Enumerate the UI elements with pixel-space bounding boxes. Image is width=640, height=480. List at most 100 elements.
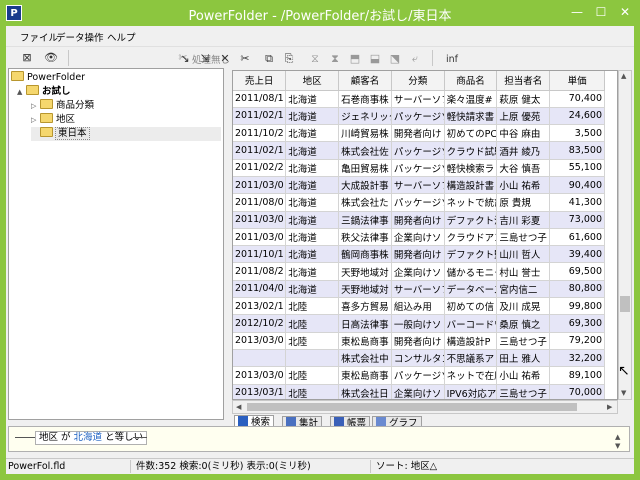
table-cell[interactable]: 2011/02/1 — [233, 141, 287, 160]
table-row[interactable]: 2011/02/1北海道株式会社佐パッケージソクラウド試験酒井 綾乃83,500 — [233, 141, 605, 160]
table-cell[interactable]: 初めての信 — [444, 297, 498, 316]
minimize-button[interactable]: — — [568, 3, 586, 21]
select-all-icon[interactable]: ✕ — [216, 50, 234, 68]
table-cell[interactable]: 東松島商事 — [338, 366, 392, 385]
table-cell[interactable]: 2011/02/1 — [233, 107, 287, 126]
table-cell[interactable]: ネットで在庫 — [444, 366, 498, 385]
maximize-button[interactable]: ☐ — [592, 3, 610, 21]
table-cell[interactable]: 北海道 — [285, 211, 340, 229]
tree-item-powerfolder[interactable]: PowerFolder — [11, 71, 85, 85]
table-cell[interactable]: 2011/03/0 — [233, 228, 287, 247]
table-cell[interactable]: コンサルタン — [391, 349, 445, 368]
cut-column-icon[interactable]: ✂ — [236, 50, 254, 68]
table-cell[interactable]: 株式会社中 — [338, 349, 392, 368]
table-cell[interactable]: 北陸 — [285, 314, 340, 333]
menu-help[interactable]: ヘルプ — [107, 30, 136, 44]
table-cell[interactable]: サーバーソフ — [391, 280, 445, 299]
table-cell[interactable]: 32,200 — [549, 349, 605, 368]
table-cell[interactable]: 2011/10/2 — [233, 124, 287, 143]
table-cell[interactable]: 開発者向け — [391, 211, 445, 229]
table-cell[interactable]: 楽々温度# — [444, 90, 498, 108]
table-row[interactable]: 2011/10/1北海道鶴岡商事株開発者向けデファクト監山川 哲人39,400 — [233, 245, 605, 264]
sort-desc-icon[interactable]: ⇲ — [196, 50, 214, 68]
collapse-triangle-icon[interactable]: ▲ — [17, 85, 26, 99]
table-cell[interactable]: 北海道 — [285, 141, 340, 160]
table-cell[interactable]: パッケージソ — [391, 366, 445, 385]
table-cell[interactable]: 山川 哲人 — [496, 245, 551, 264]
table-cell[interactable]: 組込み用 — [391, 297, 445, 316]
scroll-down-arrow-icon[interactable]: ▼ — [615, 442, 620, 450]
table-cell[interactable]: クラウドアン — [444, 228, 498, 247]
horizontal-scrollbar[interactable]: ◀ ▶ — [232, 400, 618, 414]
table-cell[interactable]: 2011/08/0 — [233, 193, 287, 212]
table-row[interactable]: 2013/03/0北陸東松島商事パッケージソネットで在庫小山 祐希89,100 — [233, 366, 605, 385]
table-cell[interactable]: 吉川 彩夏 — [496, 211, 551, 229]
table-cell[interactable]: 宮内信二 — [496, 280, 551, 299]
scroll-up-arrow-icon[interactable]: ▲ — [621, 72, 626, 80]
table-cell[interactable]: 小山 祐希 — [496, 366, 551, 385]
table-cell[interactable]: 2011/03/0 — [233, 211, 287, 229]
table-cell[interactable]: サーバーソフ — [391, 90, 445, 108]
column-header[interactable]: 地区 — [285, 71, 340, 91]
table-cell[interactable]: 83,500 — [549, 141, 605, 160]
table-cell[interactable]: 天野地域対 — [338, 262, 392, 281]
table-row[interactable]: 2011/02/2北海道亀田貿易株パッケージソ軽快検索ラ大谷 慎吾55,100 — [233, 159, 605, 177]
table-cell[interactable]: 三島せつ子 — [496, 384, 551, 399]
table-cell[interactable]: 株式会社日 — [338, 384, 392, 399]
table-cell[interactable]: 開発者向け — [391, 245, 445, 264]
table-cell[interactable]: 2011/04/0 — [233, 280, 287, 299]
table-row[interactable]: 2011/08/0北海道株式会社たパッケージソネットで統計原 貴規41,300 — [233, 193, 605, 212]
table-cell[interactable]: 北陸 — [285, 297, 340, 316]
menu-data-ops[interactable]: データ操作 — [56, 30, 104, 44]
tree-item-higashi-nihon[interactable]: 東日本 — [31, 127, 221, 141]
table-cell[interactable]: クラウド試験 — [444, 141, 498, 160]
table-cell[interactable]: 萩原 健太 — [496, 90, 551, 108]
table-row[interactable]: 2011/02/1北海道ジェネリックパッケージソ軽快請求書上原 優苑24,600 — [233, 107, 605, 126]
table-cell[interactable]: 2013/03/0 — [233, 332, 287, 350]
info-label[interactable]: inf — [446, 54, 458, 65]
table-cell[interactable]: 三島せつ子 — [496, 332, 551, 350]
table-cell[interactable]: 川崎貿易株 — [338, 124, 392, 143]
table-row[interactable]: 2011/08/1北海道石巻商事株サーバーソフ楽々温度#萩原 健太70,400 — [233, 90, 605, 108]
table-cell[interactable]: サーバーソフ — [391, 176, 445, 195]
table-cell[interactable]: 株式会社佐 — [338, 141, 392, 160]
table-cell[interactable]: 軽快検索ラ — [444, 159, 498, 177]
table-cell[interactable]: 北海道 — [285, 107, 340, 126]
table-cell[interactable] — [285, 349, 340, 368]
table-cell[interactable]: 天野地域対 — [338, 280, 392, 299]
table-cell[interactable]: 村山 誉士 — [496, 262, 551, 281]
table-cell[interactable]: 北海道 — [285, 90, 340, 108]
table-cell[interactable]: 55,100 — [549, 159, 605, 177]
paste-icon[interactable]: ⎘ — [280, 50, 298, 68]
table-cell[interactable]: 大成設計事 — [338, 176, 392, 195]
table-cell[interactable]: 61,600 — [549, 228, 605, 247]
table-cell[interactable]: 2011/10/1 — [233, 245, 287, 264]
scroll-up-arrow-icon[interactable]: ▲ — [615, 433, 620, 441]
table-cell[interactable]: 北陸 — [285, 332, 340, 350]
vertical-scrollbar[interactable]: ▲ ▼ — [618, 70, 632, 400]
table-cell[interactable]: 企業向けソ — [391, 384, 445, 399]
table-cell[interactable]: 北海道 — [285, 124, 340, 143]
table-cell[interactable]: データベース — [444, 280, 498, 299]
column-header[interactable]: 単価 — [549, 71, 605, 91]
filter-condition-chip[interactable]: 地区 が 北海道 と等しい — [35, 431, 148, 445]
table-cell[interactable]: 東松島商事 — [338, 332, 392, 350]
table-cell[interactable]: ジェネリック — [338, 107, 392, 126]
tree-item-shohin-bunrui[interactable]: ▷ 商品分類 — [31, 99, 94, 113]
tree-item-chiku[interactable]: ▷ 地区 — [31, 113, 75, 127]
table-cell[interactable]: 90,400 — [549, 176, 605, 195]
table-cell[interactable]: ネットで統計 — [444, 193, 498, 212]
table-cell[interactable]: 北陸 — [285, 366, 340, 385]
table-cell[interactable]: 鶴岡商事株 — [338, 245, 392, 264]
table-cell[interactable]: パッケージソ — [391, 107, 445, 126]
table-cell[interactable]: IPV6対応ア — [444, 384, 498, 399]
table-cell[interactable]: 中谷 麻由 — [496, 124, 551, 143]
table-row[interactable]: 2011/04/0北海道天野地域対サーバーソフデータベース宮内信二80,800 — [233, 280, 605, 299]
table-cell[interactable]: 酒井 綾乃 — [496, 141, 551, 160]
table-cell[interactable]: 開発者向け — [391, 332, 445, 350]
table-cell[interactable]: 2013/03/1 — [233, 384, 287, 399]
table-row[interactable]: 2011/10/2 北海道 川崎貿易株 開発者向け 初めてのPC 中谷 麻由 3,500 — [233, 124, 605, 143]
scroll-right-arrow-icon[interactable]: ▶ — [607, 403, 612, 411]
table-row[interactable]: 2013/02/1 北陸 喜多方貿易 組込み用 初めての信 及川 成晃 99,800 — [233, 297, 605, 316]
table-cell[interactable]: 41,300 — [549, 193, 605, 212]
